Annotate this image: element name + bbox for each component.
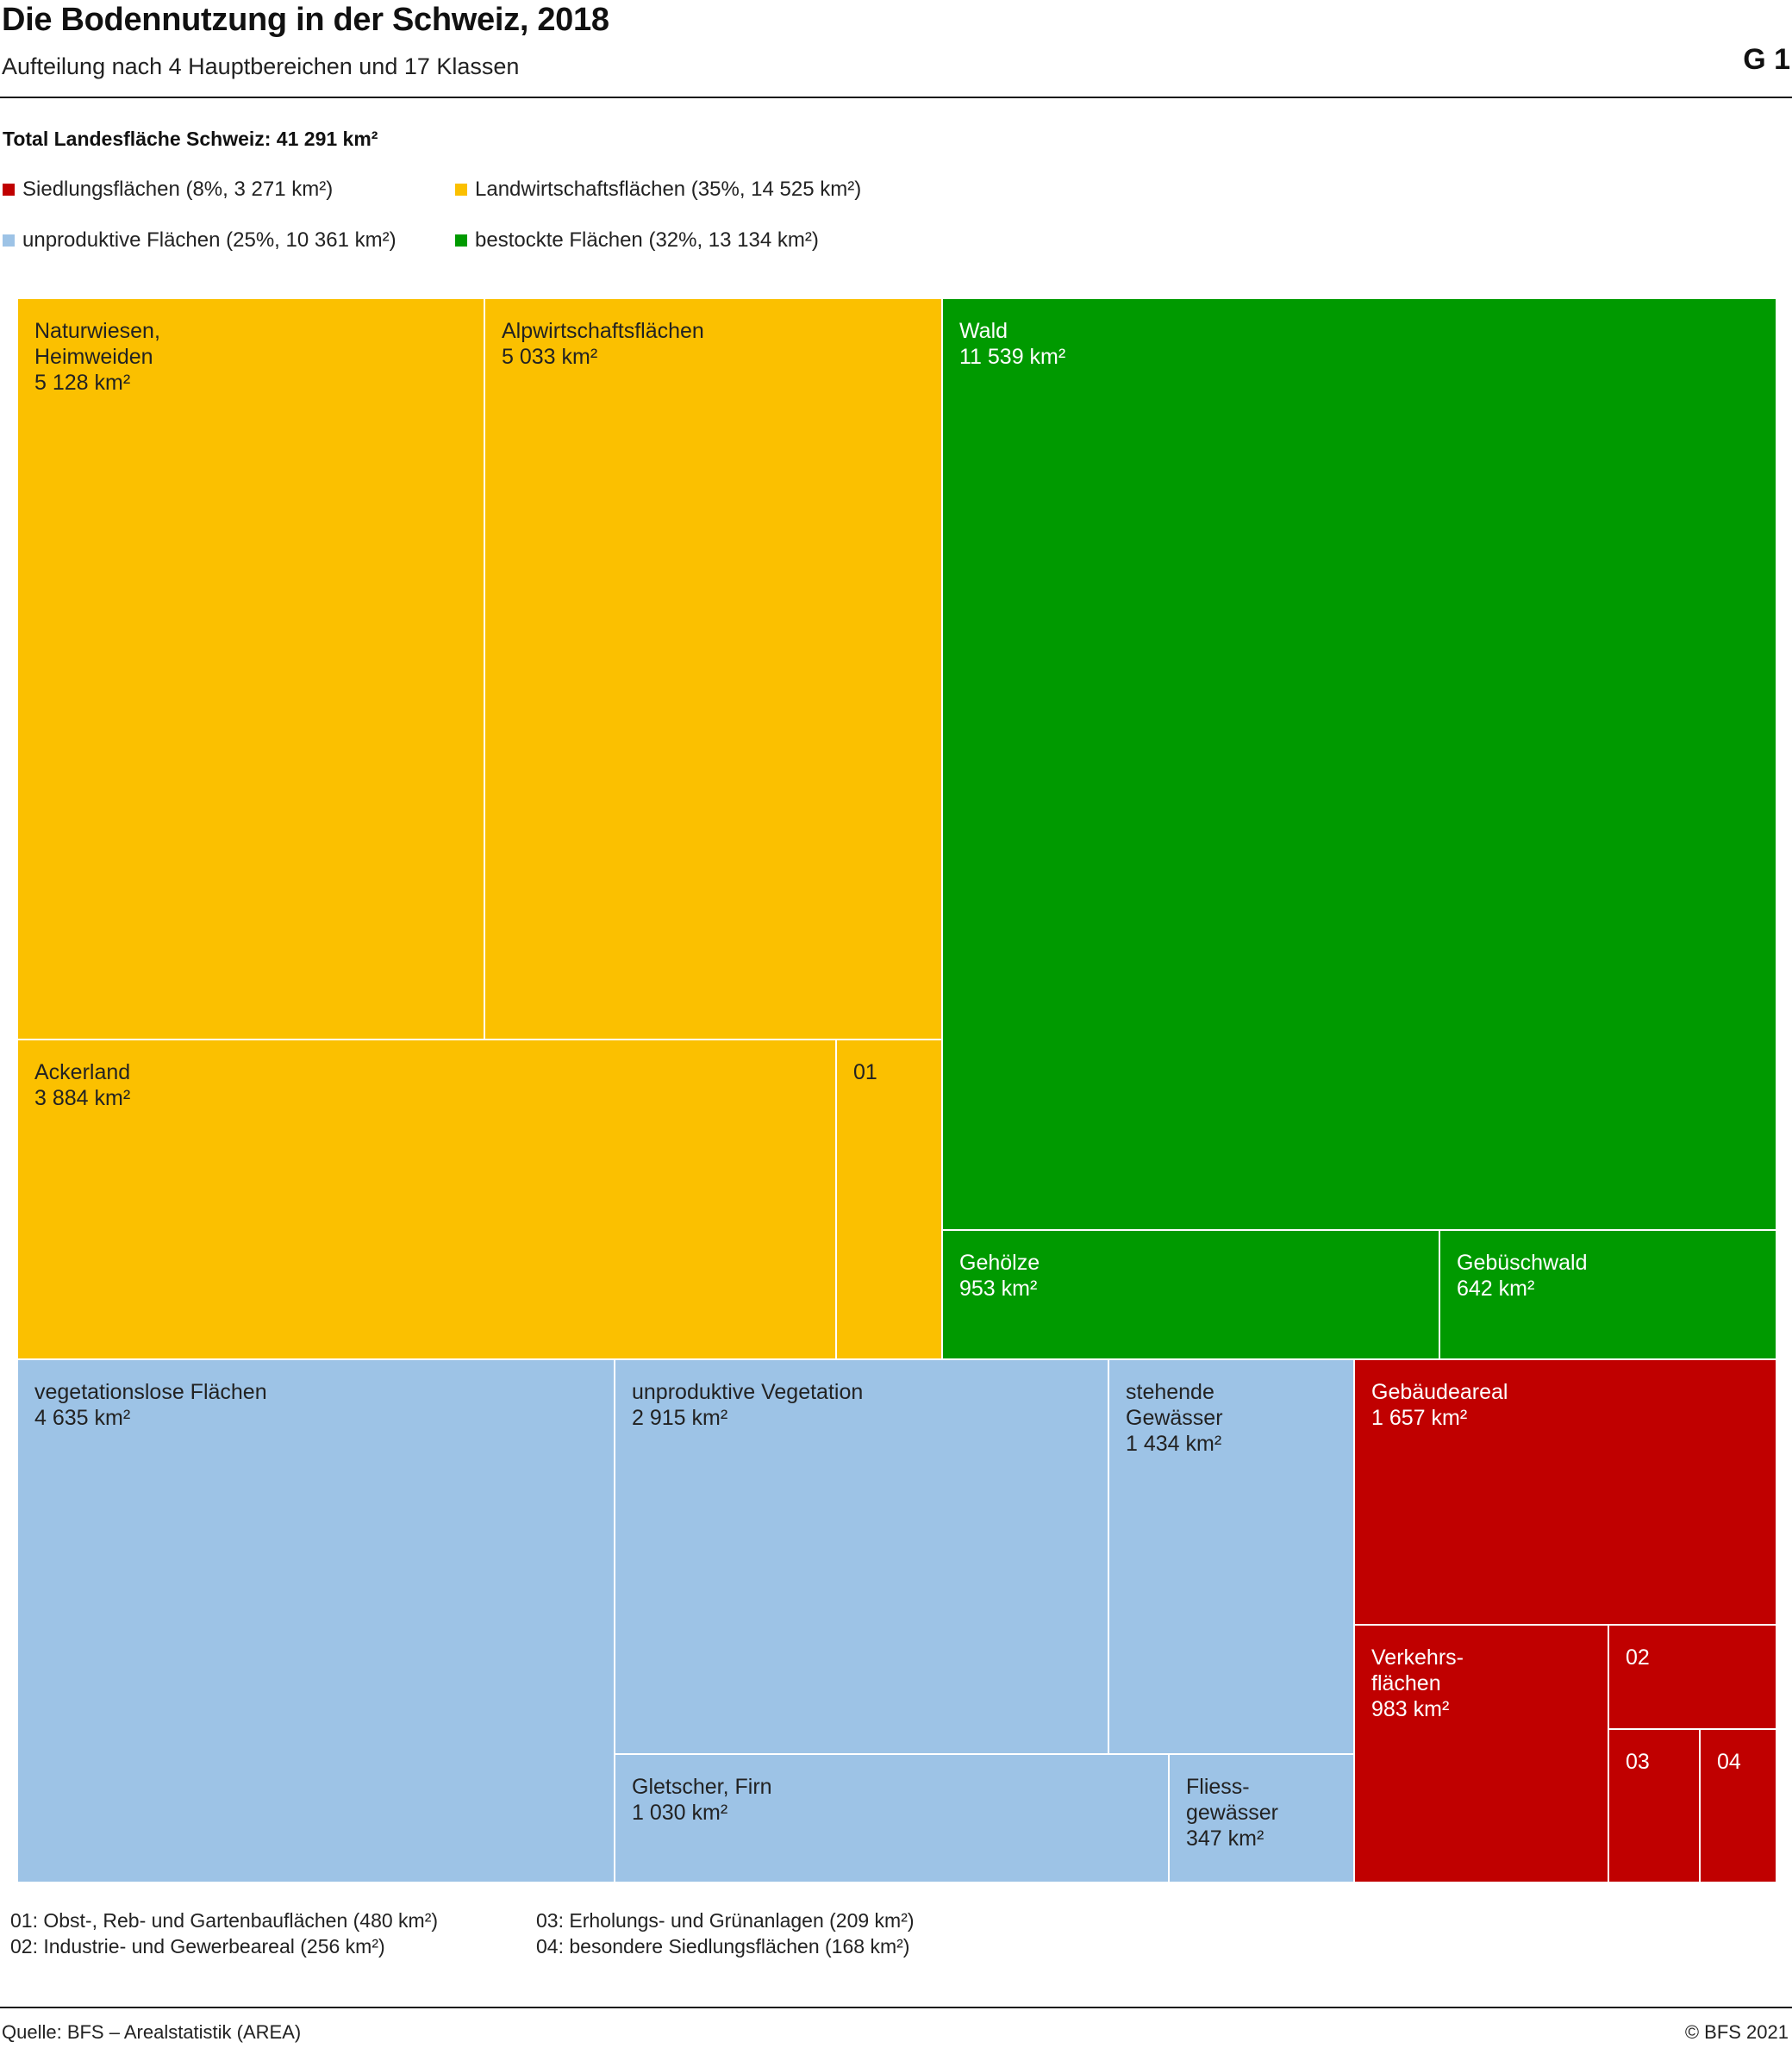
footnote-04: 04: besondere Siedlungsflächen (168 km²) [536, 1935, 910, 1957]
legend-item-unproduktiv: unproduktive Flächen (25%, 10 361 km²) [3, 228, 396, 253]
treemap-tile-label: Ackerland 3 884 km² [34, 1060, 131, 1110]
treemap-tile-unprod-vegetation: unproduktive Vegetation 2 915 km² [615, 1359, 1108, 1754]
legend-swatch-unproduktiv [3, 234, 15, 247]
legend-swatch-siedlung [3, 184, 15, 196]
treemap-tile-gehoelze: Gehölze 953 km² [942, 1230, 1439, 1359]
treemap-tile-label: stehende Gewässer 1 434 km² [1126, 1380, 1223, 1456]
treemap-tile-vegetationslos: vegetationslose Flächen 4 635 km² [17, 1359, 615, 1883]
treemap-tile-label: Fliess- gewässer 347 km² [1186, 1775, 1278, 1851]
treemap-tile-gletscher: Gletscher, Firn 1 030 km² [615, 1754, 1169, 1883]
treemap-tile-label: unproduktive Vegetation 2 915 km² [632, 1380, 864, 1430]
treemap-tile-stehende-gewaesser: stehende Gewässer 1 434 km² [1108, 1359, 1354, 1754]
footnote-03: 03: Erholungs- und Grünanlagen (209 km²) [536, 1909, 915, 1932]
treemap-tile-label: Gebäudeareal 1 657 km² [1371, 1380, 1508, 1430]
legend-swatch-landwirtschaft [455, 184, 467, 196]
treemap-tile-label: Gehölze 953 km² [959, 1251, 1040, 1301]
treemap-tile-label: Naturwiesen, Heimweiden 5 128 km² [34, 319, 160, 395]
treemap-tile-label: Wald 11 539 km² [959, 319, 1066, 369]
chart-title: Die Bodennutzung in der Schweiz, 2018 [2, 2, 609, 38]
footnote-01: 01: Obst-, Reb- und Gartenbauflächen (48… [10, 1909, 439, 1932]
treemap-tile-alpwirtschaft: Alpwirtschaftsflächen 5 033 km² [484, 298, 942, 1040]
treemap-tile-label: 02 [1626, 1645, 1650, 1670]
treemap-tile-label: vegetationslose Flächen 4 635 km² [34, 1380, 267, 1430]
top-rule [0, 97, 1792, 98]
treemap-tile-label: Gletscher, Firn 1 030 km² [632, 1775, 772, 1825]
copyright-note: © BFS 2021 [1684, 2021, 1789, 2043]
treemap-tile-gebueschwald: Gebüschwald 642 km² [1439, 1230, 1776, 1359]
legend-item-siedlung: Siedlungsflächen (8%, 3 271 km²) [3, 178, 333, 202]
legend-item-landwirtschaft: Landwirtschaftsflächen (35%, 14 525 km²) [455, 178, 861, 202]
source-note: Quelle: BFS – Arealstatistik (AREA) [2, 2021, 302, 2043]
treemap-tile-ackerland: Ackerland 3 884 km² [17, 1040, 836, 1359]
treemap-tile-industrie: 02 [1608, 1625, 1776, 1729]
treemap-tile-label: 03 [1626, 1750, 1650, 1774]
legend-label-siedlung: Siedlungsflächen (8%, 3 271 km²) [22, 178, 334, 201]
treemap-tile-label: Gebüschwald 642 km² [1457, 1251, 1588, 1301]
treemap-tile-label: 01 [853, 1060, 877, 1084]
total-area-label: Total Landesfläche Schweiz: 41 291 km² [3, 128, 378, 150]
treemap-tile-gebaeudeareal: Gebäudeareal 1 657 km² [1354, 1359, 1776, 1625]
treemap-tile-naturwiesen: Naturwiesen, Heimweiden 5 128 km² [17, 298, 484, 1040]
chart-code: G 1 [1743, 43, 1790, 76]
treemap-tile-label: Alpwirtschaftsflächen 5 033 km² [502, 319, 704, 369]
treemap-tile-label: Verkehrs- flächen 983 km² [1371, 1645, 1464, 1721]
legend-item-bestockt: bestockte Flächen (32%, 13 134 km²) [455, 228, 819, 253]
treemap-tile-wald: Wald 11 539 km² [942, 298, 1776, 1230]
treemap-tile-erholung: 03 [1608, 1729, 1700, 1883]
treemap-tile-obst: 01 [836, 1040, 942, 1359]
legend-label-bestockt: bestockte Flächen (32%, 13 134 km²) [475, 228, 819, 252]
chart-subtitle: Aufteilung nach 4 Hauptbereichen und 17 … [2, 53, 520, 79]
treemap-tile-fliessgewaesser: Fliess- gewässer 347 km² [1169, 1754, 1354, 1883]
treemap-tile-besondere: 04 [1700, 1729, 1776, 1883]
treemap-tile-verkehr: Verkehrs- flächen 983 km² [1354, 1625, 1608, 1883]
treemap-tile-label: 04 [1717, 1750, 1741, 1774]
treemap: Naturwiesen, Heimweiden 5 128 km² Alpwirt… [17, 298, 1776, 1883]
legend-label-unproduktiv: unproduktive Flächen (25%, 10 361 km²) [22, 228, 396, 252]
footnote-02: 02: Industrie- und Gewerbeareal (256 km²… [10, 1935, 385, 1957]
legend-label-landwirtschaft: Landwirtschaftsflächen (35%, 14 525 km²) [475, 178, 862, 201]
bottom-rule [0, 2007, 1792, 2008]
legend-swatch-bestockt [455, 234, 467, 247]
